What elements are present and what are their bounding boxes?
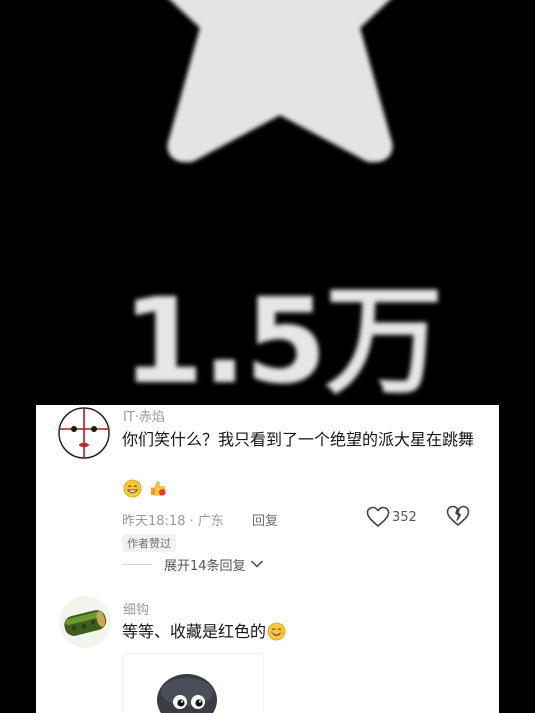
comment-username[interactable]: 细钩 bbox=[123, 599, 149, 618]
favorite-count: 1.5万 bbox=[122, 272, 443, 410]
video-screen: 1.5万 IT·赤焰 你们笑什么？我只看到了一个绝望的派大星在跳舞 昨天18:1… bbox=[0, 0, 535, 713]
comment-text: 你们笑什么？我只看到了一个绝望的派大星在跳舞 bbox=[122, 430, 475, 449]
chevron-down-icon bbox=[250, 560, 263, 568]
like-button[interactable]: 352 bbox=[366, 506, 417, 528]
emoji-row bbox=[122, 479, 167, 501]
avatar[interactable] bbox=[58, 407, 110, 459]
like-count: 352 bbox=[392, 509, 417, 525]
thumbs-up-emoji bbox=[150, 481, 166, 496]
expand-replies-label: 展开14条回复 bbox=[164, 558, 246, 574]
reply-button[interactable]: 回复 bbox=[252, 510, 278, 529]
star-icon[interactable] bbox=[100, 0, 460, 205]
avatar[interactable] bbox=[59, 596, 111, 648]
comment-panel: IT·赤焰 你们笑什么？我只看到了一个绝望的派大星在跳舞 昨天18:18 · 广… bbox=[36, 405, 499, 713]
author-liked-badge: 作者赞过 bbox=[122, 534, 176, 552]
expand-replies-button[interactable]: 展开14条回复 bbox=[122, 553, 264, 575]
broken-heart-icon[interactable] bbox=[446, 504, 470, 528]
sticker-image[interactable] bbox=[122, 653, 264, 713]
grin-sweat-emoji bbox=[123, 479, 142, 498]
comment-time-location: 昨天18:18 · 广东 bbox=[122, 514, 224, 529]
divider-line bbox=[122, 563, 152, 565]
comment-text: 等等、收藏是红色的 bbox=[122, 619, 482, 644]
heart-icon bbox=[366, 506, 390, 527]
comment-text-content: 等等、收藏是红色的 bbox=[122, 622, 267, 641]
comment-meta: 昨天18:18 · 广东 回复 bbox=[122, 507, 472, 529]
sticker-face-icon bbox=[157, 674, 217, 713]
comment-username[interactable]: IT·赤焰 bbox=[123, 406, 165, 425]
smile-emoji bbox=[267, 622, 286, 641]
